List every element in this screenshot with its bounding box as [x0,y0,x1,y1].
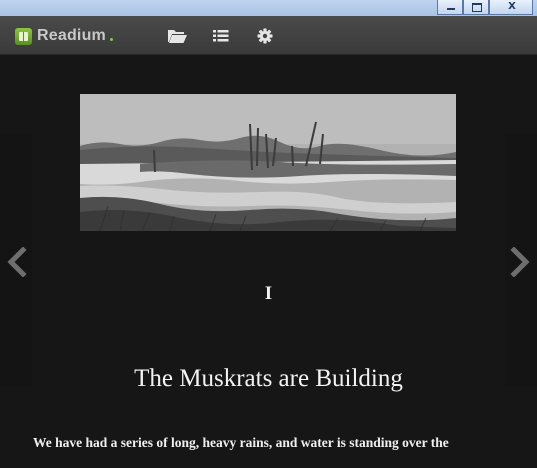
maximize-button[interactable] [463,0,489,15]
chapter-number: I [264,283,273,304]
chapter-title: The Muskrats are Building [134,365,403,392]
maximize-icon [472,3,482,12]
first-line-text: have had a series of long, heavy rains, … [51,435,449,450]
gear-icon [257,28,273,44]
table-of-contents-button[interactable] [210,26,232,46]
close-icon: X [508,1,516,12]
marsh-illustration [80,94,456,231]
minimize-button[interactable] [437,0,463,15]
close-button[interactable]: X [489,0,533,15]
chevron-left-icon [7,246,27,278]
chevron-right-icon [510,246,530,278]
chapter-illustration [80,94,456,231]
window-controls: X [437,0,533,16]
window-titlebar[interactable]: X [0,0,537,16]
first-word: We [33,435,52,450]
previous-page-button[interactable] [5,246,29,278]
list-icon [213,30,229,42]
library-button[interactable] [166,26,188,46]
minimize-icon [447,8,455,10]
brand-name: Readium [37,27,106,44]
body-paragraph-first-line: We have had a series of long, heavy rain… [33,435,513,451]
brand: Readium [15,25,113,47]
folder-open-icon [168,30,187,43]
app-window: X Readium I The Muskrats are Building We… [0,0,537,468]
book-logo-icon [15,27,32,45]
brand-accent-dot [109,37,113,41]
settings-button[interactable] [254,26,276,46]
reading-area: I The Muskrats are Building We have had … [0,55,537,468]
app-toolbar: Readium [0,16,537,55]
next-page-button[interactable] [508,246,532,278]
